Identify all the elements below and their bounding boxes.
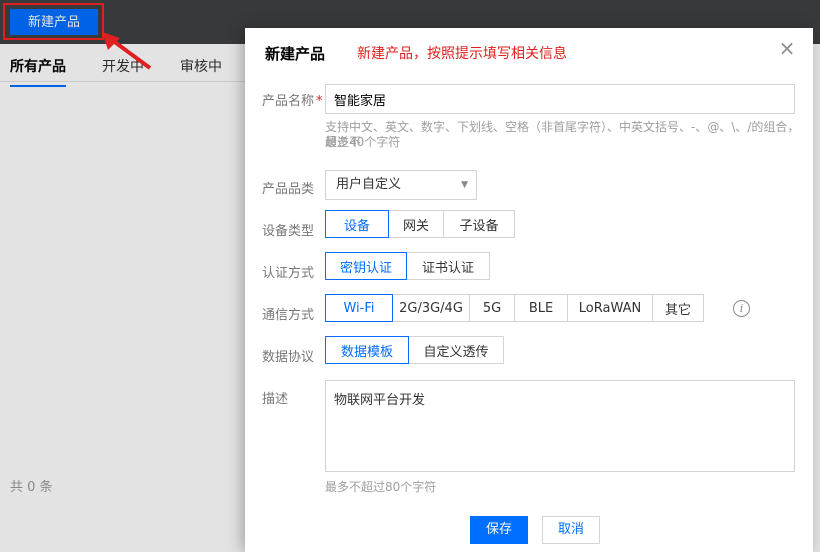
save-button[interactable]: 保存 xyxy=(470,516,528,544)
auth-option-key[interactable]: 密钥认证 xyxy=(325,252,407,280)
auth-option-certificate[interactable]: 证书认证 xyxy=(406,252,490,280)
comm-method-group: Wi-Fi 2G/3G/4G 5G BLE LoRaWAN 其它 xyxy=(325,294,704,322)
annotation-highlight-box xyxy=(3,3,104,40)
annotation-text: 新建产品，按照提示填写相关信息 xyxy=(357,43,567,63)
device-type-option-device[interactable]: 设备 xyxy=(325,210,389,238)
product-name-label-text: 产品名称 xyxy=(262,94,314,109)
device-type-label: 设备类型 xyxy=(262,220,324,239)
annotation-arrow-icon xyxy=(98,30,162,74)
device-type-option-subdevice[interactable]: 子设备 xyxy=(443,210,515,238)
product-name-input[interactable] xyxy=(325,84,795,114)
info-icon[interactable]: i xyxy=(733,300,750,317)
category-label: 产品品类 xyxy=(262,178,324,197)
comm-option-lorawan[interactable]: LoRaWAN xyxy=(567,294,653,322)
data-protocol-group: 数据模板 自定义透传 xyxy=(325,336,504,364)
required-asterisk: * xyxy=(316,94,323,109)
data-protocol-label: 数据协议 xyxy=(262,346,324,365)
auth-method-group: 密钥认证 证书认证 xyxy=(325,252,490,280)
device-type-group: 设备 网关 子设备 xyxy=(325,210,515,238)
comm-method-label: 通信方式 xyxy=(262,304,324,323)
auth-method-label: 认证方式 xyxy=(262,262,324,281)
protocol-option-passthrough[interactable]: 自定义透传 xyxy=(408,336,504,364)
category-select[interactable]: 用户自定义 ▼ xyxy=(325,170,477,200)
chevron-down-icon: ▼ xyxy=(461,171,468,199)
protocol-option-template[interactable]: 数据模板 xyxy=(325,336,409,364)
comm-option-other[interactable]: 其它 xyxy=(652,294,704,322)
close-icon[interactable]: × xyxy=(775,36,799,60)
description-help: 最多不超过80个字符 xyxy=(325,480,436,495)
cancel-button[interactable]: 取消 xyxy=(542,516,600,544)
product-name-label: 产品名称* xyxy=(262,90,324,109)
comm-option-ble[interactable]: BLE xyxy=(514,294,568,322)
modal-title: 新建产品 xyxy=(265,43,325,64)
comm-option-5g[interactable]: 5G xyxy=(469,294,515,322)
comm-option-cellular[interactable]: 2G/3G/4G xyxy=(392,294,470,322)
category-select-value: 用户自定义 xyxy=(336,177,401,192)
description-textarea[interactable]: 物联网平台开发 xyxy=(325,380,795,472)
description-label: 描述 xyxy=(262,388,324,407)
create-product-modal: 新建产品 新建产品，按照提示填写相关信息 × 产品名称* 支持中文、英文、数字、… xyxy=(245,28,813,552)
comm-option-wifi[interactable]: Wi-Fi xyxy=(325,294,393,322)
product-name-help-line2: 超过40个字符 xyxy=(325,135,400,150)
device-type-option-gateway[interactable]: 网关 xyxy=(388,210,444,238)
